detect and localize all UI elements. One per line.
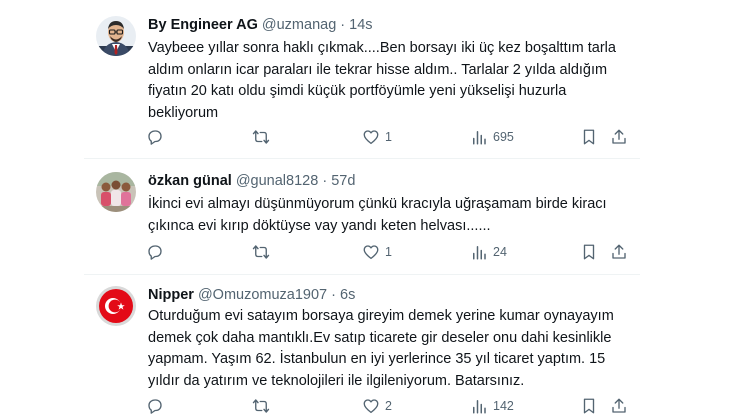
reply-icon <box>148 245 162 260</box>
share-button[interactable] <box>610 127 628 147</box>
action-bar: 2 142 <box>146 396 630 416</box>
like-icon <box>363 130 379 145</box>
action-bar: 1 24 <box>146 242 630 262</box>
bookmark-button[interactable] <box>580 127 598 147</box>
tweet-header: Nipper @Omuzomuza1907 · 6s <box>148 286 355 304</box>
views-button[interactable]: 695 <box>470 127 514 147</box>
like-count: 1 <box>385 130 392 144</box>
views-count: 24 <box>493 245 507 259</box>
display-name[interactable]: özkan günal <box>148 173 232 189</box>
bookmark-icon <box>583 244 595 260</box>
like-button[interactable]: 1 <box>362 242 392 262</box>
reply-button[interactable] <box>146 127 164 147</box>
like-icon <box>363 245 379 260</box>
tweet[interactable]: Nipper @Omuzomuza1907 · 6s Oturduğum evi… <box>0 274 730 420</box>
like-count: 1 <box>385 245 392 259</box>
views-count: 695 <box>493 130 514 144</box>
tweet[interactable]: özkan günal @gunal8128 · 57d İkinci evi … <box>0 158 730 274</box>
like-button[interactable]: 1 <box>362 127 392 147</box>
timestamp[interactable]: 6s <box>340 287 355 303</box>
views-icon <box>473 246 486 260</box>
separator-dot: · <box>331 287 336 303</box>
share-icon <box>612 129 626 144</box>
display-name[interactable]: By Engineer AG <box>148 17 258 33</box>
separator-dot: · <box>322 173 328 189</box>
avatar[interactable] <box>96 16 136 56</box>
retweet-button[interactable] <box>252 127 270 147</box>
timestamp[interactable]: 14s <box>349 17 372 33</box>
action-bar: 1 695 <box>146 127 630 147</box>
tweet[interactable]: By Engineer AG @uzmanag · 14s Vaybeee yı… <box>0 0 730 158</box>
share-icon <box>612 398 626 413</box>
tweet-header: By Engineer AG @uzmanag · 14s <box>148 16 373 34</box>
like-count: 2 <box>385 399 392 413</box>
bookmark-icon <box>583 398 595 414</box>
bookmark-button[interactable] <box>580 396 598 416</box>
bookmark-icon <box>583 129 595 145</box>
reply-button[interactable] <box>146 242 164 262</box>
avatar[interactable] <box>96 172 136 212</box>
retweet-button[interactable] <box>252 242 270 262</box>
retweet-icon <box>252 130 270 144</box>
views-icon <box>473 131 486 145</box>
tweet-text: Vaybeee yıllar sonra haklı çıkmak....Ben… <box>148 40 616 121</box>
tweet-header: özkan günal @gunal8128 · 57d <box>148 172 355 190</box>
retweet-icon <box>252 399 270 413</box>
user-handle[interactable]: @gunal8128 <box>236 173 318 189</box>
tweet-text: İkinci evi almayı düşünmüyorum çünkü kra… <box>148 196 607 234</box>
timestamp[interactable]: 57d <box>331 173 355 189</box>
reply-icon <box>148 399 162 414</box>
display-name[interactable]: Nipper <box>148 287 194 303</box>
reply-button[interactable] <box>146 396 164 416</box>
avatar[interactable] <box>96 286 136 326</box>
retweet-button[interactable] <box>252 396 270 416</box>
reply-icon <box>148 130 162 145</box>
user-handle[interactable]: @Omuzomuza1907 <box>198 287 327 303</box>
bookmark-button[interactable] <box>580 242 598 262</box>
views-button[interactable]: 142 <box>470 396 514 416</box>
like-icon <box>363 399 379 414</box>
user-handle[interactable]: @uzmanag <box>262 17 336 33</box>
share-button[interactable] <box>610 242 628 262</box>
views-button[interactable]: 24 <box>470 242 507 262</box>
tweet-feed: By Engineer AG @uzmanag · 14s Vaybeee yı… <box>0 0 730 420</box>
share-icon <box>612 244 626 259</box>
like-button[interactable]: 2 <box>362 396 392 416</box>
retweet-icon <box>252 245 270 259</box>
tweet-text: Oturduğum evi satayım borsaya gireyim de… <box>148 308 614 389</box>
views-count: 142 <box>493 399 514 413</box>
share-button[interactable] <box>610 396 628 416</box>
separator-dot: · <box>340 17 346 33</box>
views-icon <box>473 400 486 414</box>
